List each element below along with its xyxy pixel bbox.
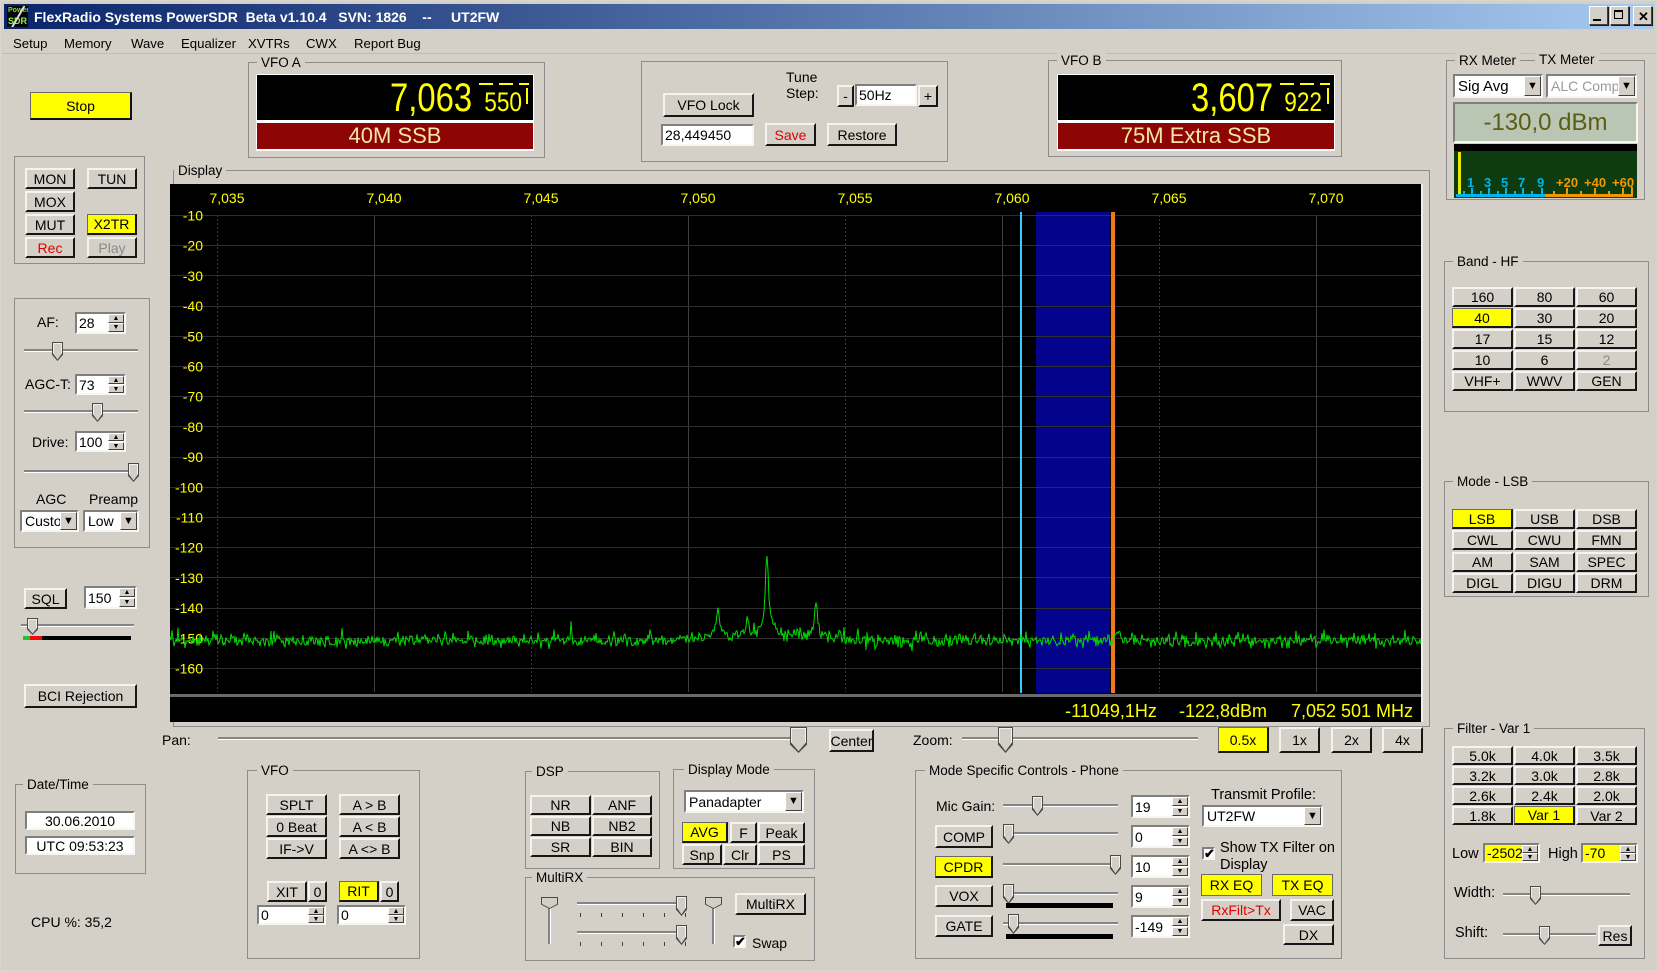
- svg-text:-110: -110: [176, 510, 203, 526]
- svg-text:-100: -100: [175, 479, 203, 495]
- svg-text:7,045: 7,045: [523, 190, 558, 206]
- svg-text:-130: -130: [175, 570, 203, 586]
- svg-text:7,040: 7,040: [366, 190, 401, 206]
- svg-text:-120: -120: [175, 540, 203, 556]
- svg-text:-30: -30: [183, 268, 203, 284]
- svg-text:-50: -50: [183, 328, 203, 344]
- svg-text:-60: -60: [183, 359, 203, 375]
- svg-text:7,070: 7,070: [1308, 190, 1343, 206]
- svg-text:7,035: 7,035: [209, 190, 244, 206]
- svg-text:-40: -40: [183, 298, 203, 314]
- svg-text:-160: -160: [175, 661, 203, 677]
- svg-text:-140: -140: [175, 600, 203, 616]
- svg-text:7,065: 7,065: [1151, 190, 1186, 206]
- svg-text:-90: -90: [183, 449, 203, 465]
- svg-text:7,050: 7,050: [680, 190, 715, 206]
- svg-text:7,055: 7,055: [837, 190, 872, 206]
- svg-text:-70: -70: [183, 389, 203, 405]
- svg-text:-20: -20: [183, 238, 203, 254]
- svg-text:-10: -10: [183, 208, 203, 224]
- svg-text:-80: -80: [183, 419, 203, 435]
- svg-text:7,060: 7,060: [994, 190, 1029, 206]
